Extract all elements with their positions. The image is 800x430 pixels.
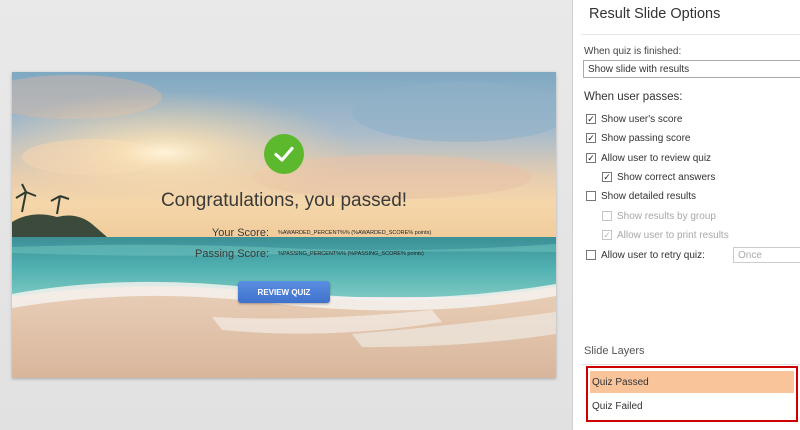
option-show-correct-answers[interactable]: ✓ Show correct answers <box>602 170 715 184</box>
checkbox[interactable] <box>586 191 596 201</box>
option-label: Allow user to print results <box>617 229 729 241</box>
checkbox[interactable]: ✓ <box>602 172 612 182</box>
congratulations-heading: Congratulations, you passed! <box>160 190 408 211</box>
option-show-passing-score[interactable]: ✓ Show passing score <box>586 131 691 145</box>
your-score-value: %AWARDED_PERCENT%% (%AWARDED_SCORE% poin… <box>278 230 432 236</box>
layer-label: Quiz Passed <box>592 376 649 388</box>
option-label: Allow user to retry quiz: <box>601 249 705 261</box>
option-label: Show results by group <box>617 210 716 222</box>
option-label: Show user's score <box>601 113 683 125</box>
retry-count-select[interactable]: Once <box>733 247 800 263</box>
slide-layers-heading: Slide Layers <box>584 345 645 357</box>
divider <box>581 34 800 35</box>
passing-score-label: Passing Score: <box>195 248 269 260</box>
slide-layers-highlight: Quiz Passed Quiz Failed <box>586 366 798 422</box>
option-label: Allow user to review quiz <box>601 152 712 164</box>
checkbox[interactable]: ✓ <box>586 114 596 124</box>
when-finished-label: When quiz is finished: <box>584 46 682 57</box>
layer-quiz-passed[interactable]: Quiz Passed <box>590 371 794 393</box>
divider <box>581 364 800 365</box>
option-label: Show passing score <box>601 132 691 144</box>
checkbox[interactable]: ✓ <box>586 153 596 163</box>
option-allow-print-results[interactable]: ✓ Allow user to print results <box>602 228 729 242</box>
beach-sunset-background <box>12 72 556 378</box>
checkbox[interactable]: ✓ <box>586 133 596 143</box>
checkbox[interactable]: ✓ <box>602 230 612 240</box>
option-show-users-score[interactable]: ✓ Show user's score <box>586 112 682 126</box>
checkbox[interactable] <box>586 250 596 260</box>
option-label: Show correct answers <box>617 171 716 183</box>
option-allow-retry-quiz[interactable]: Allow user to retry quiz: <box>586 248 705 262</box>
option-allow-review-quiz[interactable]: ✓ Allow user to review quiz <box>586 151 711 165</box>
check-circle-icon <box>264 134 304 174</box>
your-score-label: Your Score: <box>211 227 269 239</box>
panel-title: Result Slide Options <box>589 6 721 22</box>
when-passes-heading: When user passes: <box>584 91 683 103</box>
result-slide-options-panel: Result Slide Options When quiz is finish… <box>572 0 800 430</box>
option-label: Show detailed results <box>601 190 697 202</box>
result-slide[interactable]: Congratulations, you passed! Your Score:… <box>12 72 556 378</box>
layer-label: Quiz Failed <box>592 400 643 412</box>
passing-score-value: %PASSING_PERCENT%% (%PASSING_SCORE% poin… <box>278 251 424 257</box>
layer-quiz-failed[interactable]: Quiz Failed <box>590 395 794 417</box>
when-finished-select[interactable]: Show slide with results <box>583 60 800 78</box>
option-show-detailed-results[interactable]: Show detailed results <box>586 189 696 203</box>
checkbox[interactable] <box>602 211 612 221</box>
review-quiz-button[interactable]: REVIEW QUIZ <box>238 281 330 303</box>
option-show-results-by-group[interactable]: Show results by group <box>602 209 716 223</box>
